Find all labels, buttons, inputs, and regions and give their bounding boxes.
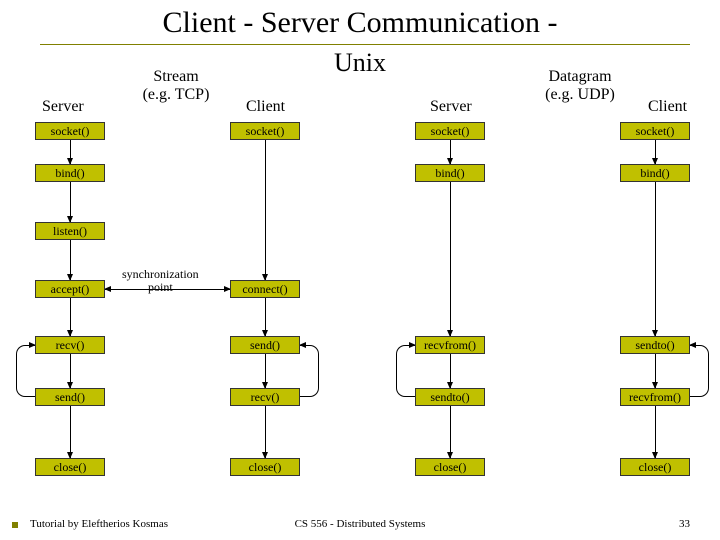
tcp-server-listen: listen() xyxy=(35,222,105,240)
udp-server-recvfrom: recvfrom() xyxy=(415,336,485,354)
arrow xyxy=(70,182,71,222)
tcp-server-header: Server xyxy=(42,98,84,116)
arrow xyxy=(655,354,656,388)
footer-course: CS 556 - Distributed Systems xyxy=(0,518,720,530)
tcp-client-recv: recv() xyxy=(230,388,300,406)
udp-server-socket: socket() xyxy=(415,122,485,140)
arrow xyxy=(265,406,266,458)
loop-udp-client xyxy=(690,345,709,397)
tcp-client-socket: socket() xyxy=(230,122,300,140)
arrow xyxy=(655,182,656,336)
tcp-server-socket: socket() xyxy=(35,122,105,140)
tcp-client-close: close() xyxy=(230,458,300,476)
arrow xyxy=(655,140,656,164)
tcp-server-accept: accept() xyxy=(35,280,105,298)
tcp-server-send: send() xyxy=(35,388,105,406)
datagram-label: Datagram (e.g. UDP) xyxy=(530,68,630,104)
tcp-client-header: Client xyxy=(246,98,285,116)
udp-client-socket: socket() xyxy=(620,122,690,140)
loop-arrow xyxy=(396,345,415,346)
arrow xyxy=(450,354,451,388)
page-title: Client - Server Communication - xyxy=(0,6,720,40)
tcp-server-close: close() xyxy=(35,458,105,476)
udp-client-sendto: sendto() xyxy=(620,336,690,354)
loop-arrow xyxy=(690,345,709,346)
arrow xyxy=(450,140,451,164)
loop-arrow xyxy=(16,345,35,346)
tcp-client-send: send() xyxy=(230,336,300,354)
udp-server-close: close() xyxy=(415,458,485,476)
loop-tcp-client xyxy=(300,345,319,397)
udp-client-close: close() xyxy=(620,458,690,476)
arrow xyxy=(70,406,71,458)
udp-client-bind: bind() xyxy=(620,164,690,182)
arrow xyxy=(265,354,266,388)
arrow xyxy=(450,182,451,336)
stream-label: Stream (e.g. TCP) xyxy=(126,68,226,104)
title-underline xyxy=(40,44,690,45)
tcp-server-bind: bind() xyxy=(35,164,105,182)
udp-client-header: Client xyxy=(648,98,687,116)
arrow xyxy=(70,140,71,164)
arrow xyxy=(655,406,656,458)
udp-server-bind: bind() xyxy=(415,164,485,182)
arrow xyxy=(70,240,71,280)
arrow xyxy=(70,298,71,336)
arrow xyxy=(265,298,266,336)
udp-server-header: Server xyxy=(430,98,472,116)
tcp-server-recv: recv() xyxy=(35,336,105,354)
sync-arrow xyxy=(105,289,230,290)
loop-tcp-server xyxy=(16,345,35,397)
loop-udp-server xyxy=(396,345,415,397)
arrow xyxy=(265,140,266,280)
udp-server-sendto: sendto() xyxy=(415,388,485,406)
page-number: 33 xyxy=(679,518,690,530)
arrow xyxy=(70,354,71,388)
loop-arrow xyxy=(300,345,319,346)
arrow xyxy=(450,406,451,458)
udp-client-recvfrom: recvfrom() xyxy=(620,388,690,406)
tcp-client-connect: connect() xyxy=(230,280,300,298)
